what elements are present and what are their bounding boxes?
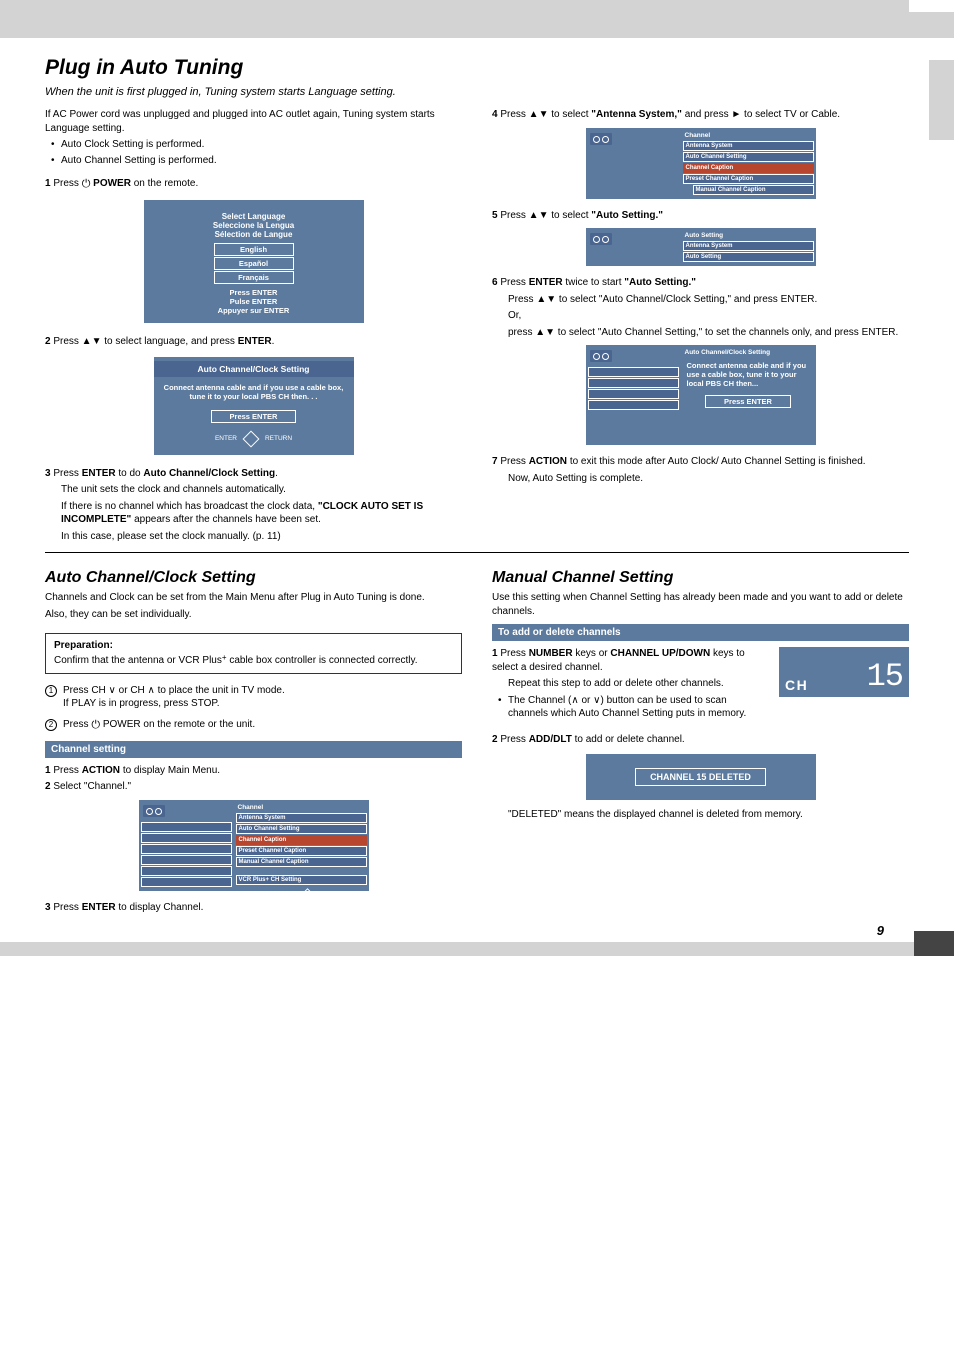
step-7-note: Now, Auto Setting is complete.: [492, 472, 909, 486]
page-number: 9: [45, 917, 909, 940]
tape-icon: [590, 350, 612, 362]
menu-channel-3: Auto Channel/Clock Setting Connect anten…: [586, 345, 816, 445]
lower-intro1: Channels and Clock can be set from the M…: [45, 591, 462, 605]
lower-step-3: 3 Press ENTER to display Channel.: [45, 901, 462, 915]
step-2: 2 Press ▲▼ to select language, and press…: [45, 335, 462, 349]
subtitle: When the unit is first plugged in, Tunin…: [45, 86, 909, 98]
page-title: Plug in Auto Tuning: [45, 56, 909, 80]
bullet-1: Auto Clock Setting is performed.: [45, 138, 462, 152]
section-title-auto: Auto Channel/Clock Setting: [45, 569, 462, 587]
menu-channel-1: Channel Antenna System Auto Channel Sett…: [586, 128, 816, 199]
step-6b: Press ▲▼ to select "Auto Channel/Clock S…: [492, 293, 909, 307]
lower-step-1: 1 Press ACTION to display Main Menu.: [45, 764, 462, 778]
section-bar-channel: Channel setting: [45, 741, 462, 758]
tape-icon: [590, 133, 612, 145]
step-4: 4 Press ▲▼ to select "Antenna System," a…: [492, 108, 909, 122]
step-7: 7 Press ACTION to exit this mode after A…: [492, 455, 909, 469]
osd-auto-clock: Auto Channel/Clock Setting Connect anten…: [154, 357, 354, 455]
menu-main: Channel Antenna System Auto Channel Sett…: [139, 800, 369, 891]
manual-intro: Use this setting when Channel Setting ha…: [492, 591, 909, 618]
lower-step-2: 2 Select "Channel.": [45, 780, 462, 794]
side-tab: [929, 60, 954, 140]
note-3: In this case, please set the clock manua…: [45, 530, 462, 544]
step-6: 6 Press ENTER twice to start "Auto Setti…: [492, 276, 909, 290]
prep-step-1: 1 Press CH ∨ or CH ∧ to place the unit i…: [45, 684, 462, 710]
tape-icon: [590, 233, 612, 245]
manual-step-2: 2 Press ADD/DLT to add or delete channel…: [492, 733, 909, 747]
note-1: The unit sets the clock and channels aut…: [45, 483, 462, 497]
section-title-manual: Manual Channel Setting: [492, 569, 909, 587]
channel-display: CH 15: [779, 647, 909, 697]
step-6c: press ▲▼ to select "Auto Channel Setting…: [492, 326, 909, 340]
lower-intro2: Also, they can be set individually.: [45, 608, 462, 622]
step-1: 1 Press ⏻ POWER on the remote.: [45, 177, 462, 192]
note-2: If there is no channel which has broadca…: [45, 500, 462, 527]
section-bar-adddelete: To add or delete channels: [492, 624, 909, 641]
intro-note: If AC Power cord was unplugged and plugg…: [45, 108, 462, 135]
tape-icon: [143, 805, 165, 817]
enter-nav-icon: [241, 429, 261, 449]
deleted-note: "DELETED" means the displayed channel is…: [492, 808, 909, 822]
osd-deleted: CHANNEL 15 DELETED: [586, 754, 816, 800]
power-icon: ⏻: [82, 178, 91, 190]
power-icon: ⏻: [91, 719, 100, 731]
bullet-2: Auto Channel Setting is performed.: [45, 154, 462, 168]
manual-bullet: The Channel (∧ or ∨) button can be used …: [492, 694, 909, 721]
osd-language: Select Language Seleccione la Lengua Sél…: [144, 200, 364, 323]
or: Or,: [492, 309, 909, 323]
menu-channel-2: Auto Setting Antenna System Auto Setting: [586, 228, 816, 266]
step-5: 5 Press ▲▼ to select "Auto Setting.": [492, 209, 909, 223]
preparation-box: Preparation: Confirm that the antenna or…: [45, 633, 462, 674]
step-3: 3 Press ENTER to do Auto Channel/Clock S…: [45, 467, 462, 481]
corner-tab: [914, 931, 954, 956]
prep-step-2: 2 Press ⏻ POWER on the remote or the uni…: [45, 718, 462, 732]
